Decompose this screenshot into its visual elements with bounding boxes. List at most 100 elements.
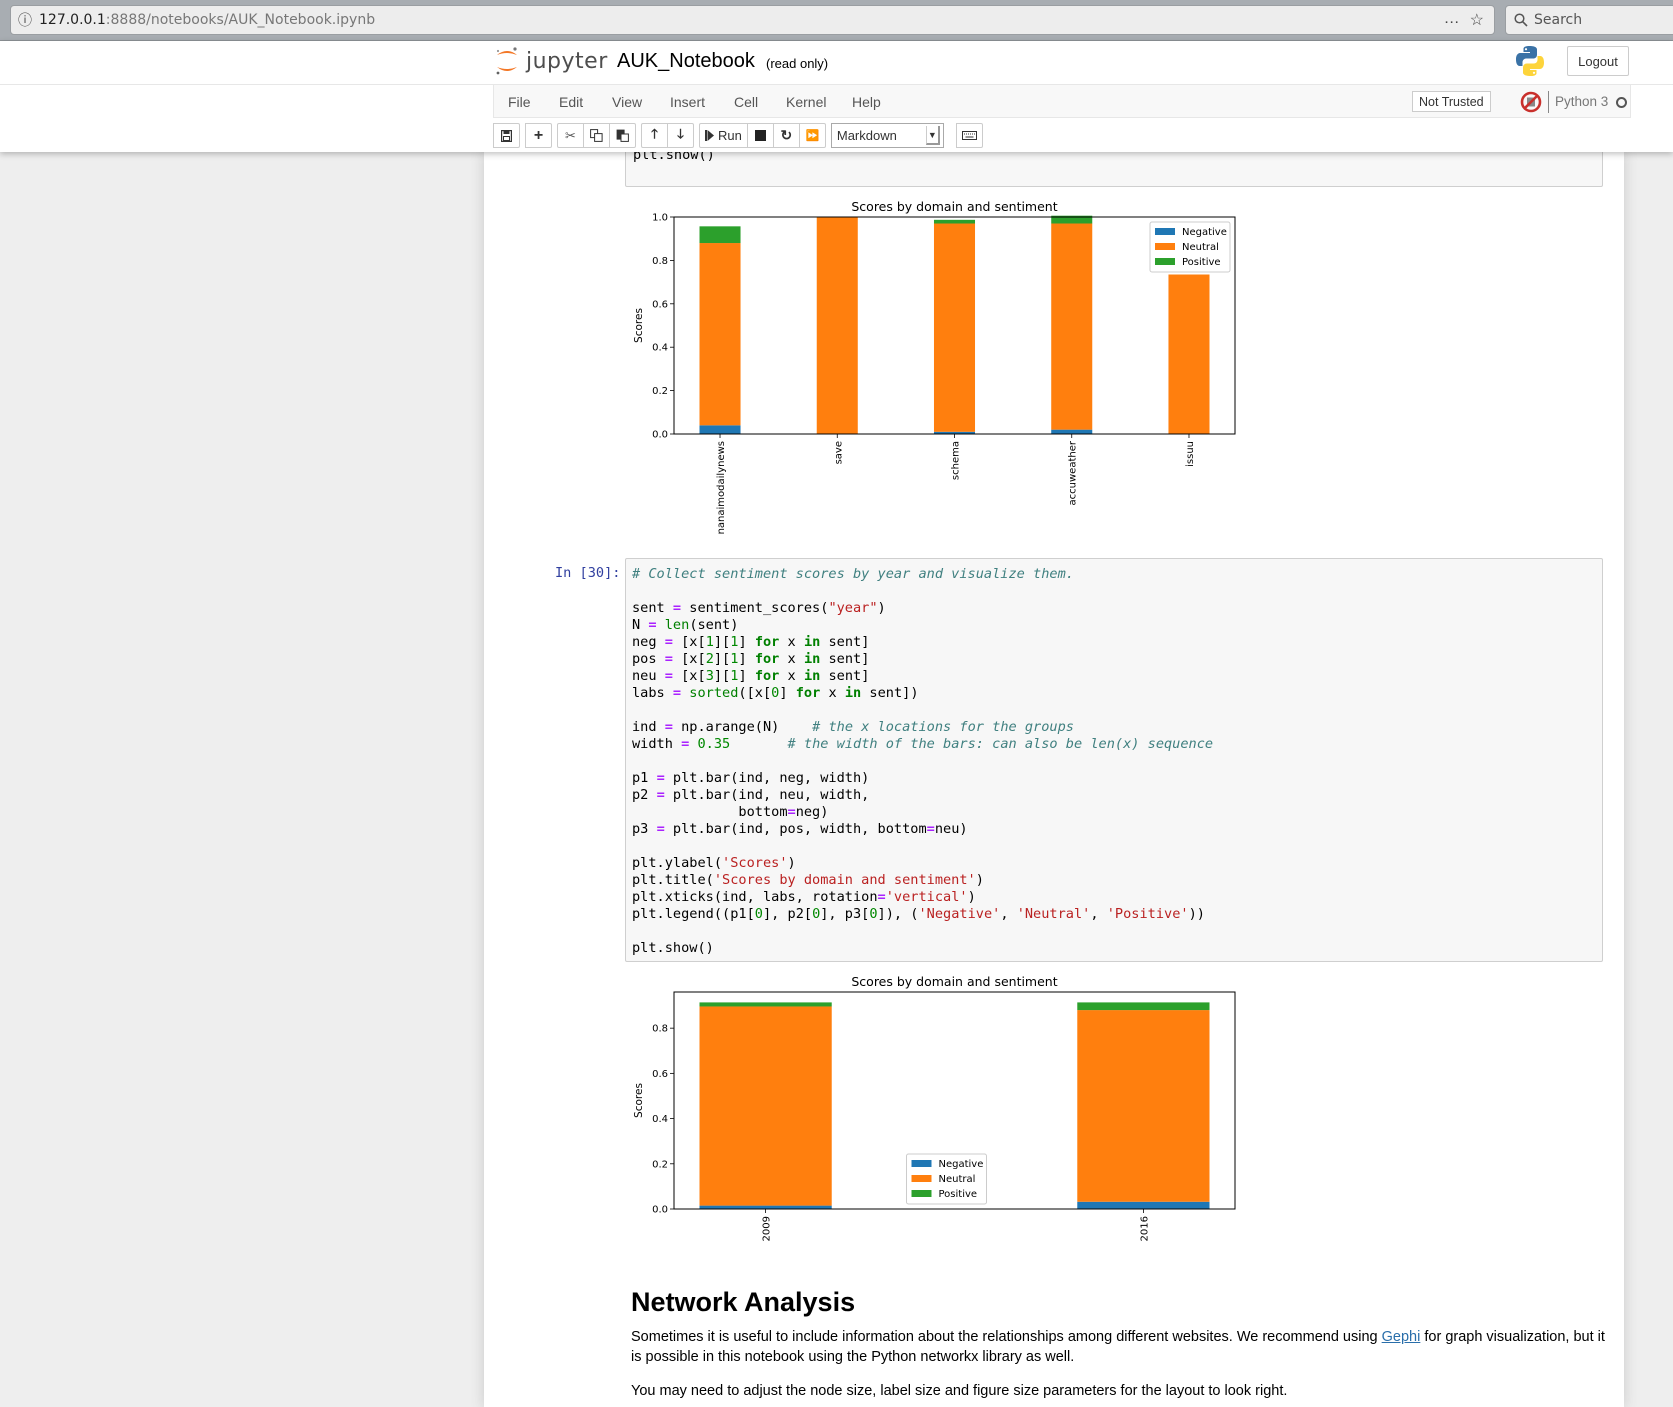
kernel-name[interactable]: Python 3 bbox=[1555, 94, 1608, 109]
code-line: plt.legend((p1[0], p2[0], p3[0]), ('Nega… bbox=[632, 906, 1596, 923]
notebook-title[interactable]: AUK_Notebook bbox=[617, 50, 755, 73]
code-token: 0.35 bbox=[697, 736, 731, 752]
code-token: pos bbox=[632, 651, 665, 667]
code-token: len bbox=[664, 617, 690, 633]
logout-button[interactable]: Logout bbox=[1567, 46, 1629, 76]
chart-title: Scores by domain and sentiment bbox=[851, 974, 1057, 989]
browser-toolbar: ⓘ 127.0.0.1:8888/notebooks/AUK_Notebook.… bbox=[0, 0, 1673, 41]
x-tick-label: issuu bbox=[1185, 441, 1196, 467]
code-token: = bbox=[656, 787, 665, 803]
code-token: x bbox=[779, 651, 804, 667]
cut-cells-button[interactable]: ✂ bbox=[557, 123, 584, 148]
code-cell-30[interactable]: # Collect sentiment scores by year and v… bbox=[625, 558, 1603, 962]
code-token: 2 bbox=[705, 651, 714, 667]
chart-year-sentiment: Scores by domain and sentiment 2009 2016 0.… bbox=[630, 971, 1240, 1246]
code-token: plt.show() bbox=[632, 940, 714, 956]
code-token: = bbox=[672, 600, 682, 616]
browser-search-input[interactable]: Search bbox=[1505, 5, 1673, 35]
bar-neutral bbox=[1168, 274, 1210, 434]
page-actions-icon[interactable]: … bbox=[1444, 10, 1460, 30]
code-line: ind = np.arange(N) # the x locations for… bbox=[632, 719, 1596, 736]
menu-help[interactable]: Help bbox=[852, 94, 881, 110]
code-token: in bbox=[803, 634, 821, 650]
menu-view[interactable]: View bbox=[612, 94, 642, 110]
y-tick-label: 0.2 bbox=[652, 386, 668, 397]
run-label: Run bbox=[718, 128, 742, 143]
code-token: in bbox=[803, 668, 821, 684]
run-button[interactable]: Run bbox=[699, 123, 748, 148]
legend-swatch-positive bbox=[1155, 258, 1175, 265]
step-forward-icon bbox=[705, 130, 714, 141]
code-token: = bbox=[664, 634, 673, 650]
menu-insert[interactable]: Insert bbox=[670, 94, 705, 110]
not-trusted-button[interactable]: Not Trusted bbox=[1412, 91, 1491, 112]
menu-cell[interactable]: Cell bbox=[734, 94, 758, 110]
move-up-button[interactable]: 🡑 bbox=[641, 123, 668, 148]
x-tick-label: accuweather bbox=[1068, 440, 1079, 505]
bar-positive bbox=[1077, 1002, 1210, 1011]
code-token: p3 bbox=[632, 821, 657, 837]
code-token: ) bbox=[975, 872, 984, 888]
bar-positive bbox=[699, 1002, 832, 1007]
code-token: ) bbox=[877, 600, 886, 616]
legend-label: Negative bbox=[1182, 227, 1227, 238]
code-token: = bbox=[926, 821, 935, 837]
y-tick-label: 0.0 bbox=[652, 1205, 668, 1216]
paragraph-text: Sometimes it is useful to include inform… bbox=[631, 1329, 1382, 1345]
move-down-button[interactable]: 🡓 bbox=[667, 123, 694, 148]
save-button[interactable] bbox=[493, 123, 520, 148]
section-heading: Network Analysis bbox=[631, 1287, 856, 1317]
url-text[interactable]: 127.0.0.1:8888/notebooks/AUK_Notebook.ip… bbox=[39, 12, 375, 28]
y-tick-label: 1.0 bbox=[652, 213, 668, 224]
code-token: 'Scores' bbox=[722, 855, 788, 871]
code-token: neu) bbox=[934, 821, 968, 837]
cell-type-select[interactable]: Markdown ▼ bbox=[830, 123, 944, 148]
code-token: plt.ylabel( bbox=[632, 855, 723, 871]
cell-prompt: In [30]: bbox=[555, 565, 621, 581]
cell-type-value: Markdown bbox=[836, 128, 897, 143]
bar-neutral bbox=[1077, 1010, 1210, 1202]
insert-cell-button[interactable]: + bbox=[525, 123, 552, 148]
menu-edit[interactable]: Edit bbox=[559, 94, 583, 110]
restart-kernel-button[interactable]: ↻ bbox=[772, 123, 800, 148]
restart-run-all-button[interactable]: ⏩ bbox=[798, 123, 826, 148]
copy-cells-button[interactable] bbox=[583, 123, 610, 148]
code-token: N bbox=[632, 617, 649, 633]
bar-neutral bbox=[1051, 223, 1093, 430]
bookmark-star-icon[interactable]: ☆ bbox=[1470, 10, 1484, 30]
code-line: # Collect sentiment scores by year and v… bbox=[632, 566, 1596, 583]
jupyter-logo[interactable]: jupyter bbox=[494, 46, 608, 76]
code-token: # the x locations for the groups bbox=[812, 719, 1074, 735]
code-token: sent]) bbox=[861, 685, 919, 701]
code-token: bottom bbox=[632, 804, 788, 820]
menu-kernel[interactable]: Kernel bbox=[786, 94, 826, 110]
python-logo-icon bbox=[1516, 46, 1544, 76]
gephi-link[interactable]: Gephi bbox=[1382, 1329, 1421, 1345]
code-token: , bbox=[1000, 906, 1017, 922]
paste-cells-button[interactable] bbox=[609, 123, 636, 148]
command-palette-button[interactable] bbox=[955, 123, 983, 148]
code-line: plt.title('Scores by domain and sentimen… bbox=[632, 872, 1596, 889]
url-bar[interactable]: ⓘ 127.0.0.1:8888/notebooks/AUK_Notebook.… bbox=[10, 5, 1495, 35]
code-token: in bbox=[803, 651, 821, 667]
y-tick-label: 0.2 bbox=[652, 1159, 668, 1170]
y-tick-label: 0.0 bbox=[652, 430, 668, 441]
code-token: plt.xticks(ind, labs, rotation bbox=[632, 889, 878, 905]
interrupt-kernel-button[interactable] bbox=[746, 123, 774, 148]
jupyter-logo-icon bbox=[496, 47, 517, 75]
y-tick-label: 0.4 bbox=[652, 343, 668, 354]
bar-neutral bbox=[933, 223, 976, 432]
code-token: )) bbox=[1188, 906, 1205, 922]
code-token: plt.bar(ind, neg, width) bbox=[664, 770, 870, 786]
code-token: plt.bar(ind, neu, width, bbox=[664, 787, 870, 803]
bar-positive bbox=[933, 219, 976, 224]
info-icon[interactable]: ⓘ bbox=[11, 10, 39, 30]
code-token: ], p2[ bbox=[762, 906, 813, 922]
y-tick-label: 0.6 bbox=[652, 299, 668, 310]
menu-file[interactable]: File bbox=[508, 94, 531, 110]
bar-negative bbox=[699, 425, 741, 434]
code-token: = bbox=[656, 770, 665, 786]
code-token: ) bbox=[967, 889, 976, 905]
code-token: ][ bbox=[713, 668, 731, 684]
